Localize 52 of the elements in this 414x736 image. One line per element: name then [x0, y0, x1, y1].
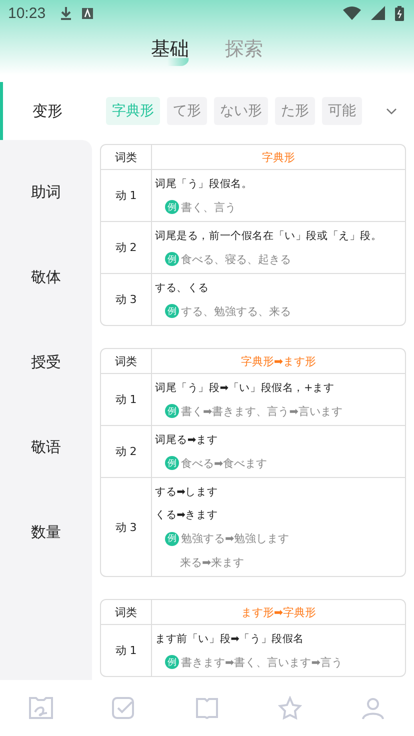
table-cell: 动 1 — [101, 374, 152, 425]
table-header: 词类 — [101, 600, 152, 624]
keyboard-icon — [82, 8, 93, 18]
sidebar-item[interactable]: 授受 — [0, 320, 92, 405]
table-header: 字典形➡ます形 — [240, 354, 318, 370]
example-text: 書く➡書きます、言う➡言います — [181, 404, 342, 419]
sidebar-item[interactable]: 数量 — [0, 490, 92, 575]
sidebar-item[interactable]: 敬体 — [0, 235, 92, 320]
example-text: する、勉強する、来る — [181, 304, 291, 319]
table-cell: 动 2 — [101, 426, 152, 477]
example-badge: 例 — [165, 456, 179, 470]
rule-text: する、くる — [155, 280, 210, 295]
example-badge: 例 — [165, 655, 179, 670]
rule-text: 词尾「う」段假名。 — [155, 176, 252, 191]
rule-text: 词尾「う」段➡「い」段假名，+ます — [155, 380, 334, 395]
table-header: 词类 — [101, 145, 152, 169]
wifi-icon — [343, 6, 361, 20]
example-text: 食べる➡食べます — [181, 456, 268, 471]
top-tab[interactable]: 基础 — [151, 36, 189, 66]
sidebar-item[interactable]: 助词 — [0, 150, 92, 235]
rule-text: ます前「い」段➡「う」段假名 — [155, 632, 304, 646]
table-cell: 动 2 — [101, 222, 152, 273]
table-cell: 动 1 — [101, 625, 152, 676]
table-header: ます形➡字典形 — [240, 604, 318, 620]
table-cell: 动 3 — [101, 274, 152, 325]
example-text: 書きます➡書く、言います➡言う — [181, 654, 342, 670]
rule-text: する➡します — [155, 484, 218, 499]
rule-text: 词尾る➡ます — [155, 432, 218, 447]
example-badge: 例 — [165, 200, 179, 214]
example-text: 勉強する➡勉強します — [181, 531, 290, 546]
sidebar-item[interactable]: 敬语 — [0, 405, 92, 490]
example-badge: 例 — [165, 304, 179, 318]
table-header: 字典形 — [261, 150, 296, 166]
signal-icon — [371, 6, 385, 20]
example-badge: 例 — [165, 404, 179, 418]
table-cell: 动 3 — [101, 478, 152, 576]
example-text: 来る➡来ます — [179, 554, 244, 570]
example-badge: 例 — [165, 532, 179, 546]
chevron-down-icon[interactable] — [386, 108, 397, 114]
example-text: 食べる、寝る、起きる — [181, 252, 291, 267]
example-text: 書く、言う — [181, 200, 236, 215]
rule-text: 词尾是る，前一个假名在「い」段或「え」段。 — [155, 228, 382, 243]
book-icon[interactable] — [194, 696, 220, 720]
battery-icon — [395, 6, 404, 20]
download-icon — [60, 6, 72, 20]
person-icon[interactable] — [360, 696, 386, 720]
table-cell: 动 1 — [101, 170, 152, 221]
table-header: 词类 — [101, 349, 152, 373]
rule-text: くる➡きます — [155, 508, 218, 522]
status-time: 10:23 — [8, 4, 46, 22]
star-icon[interactable] — [276, 696, 303, 720]
example-badge: 例 — [165, 252, 179, 266]
